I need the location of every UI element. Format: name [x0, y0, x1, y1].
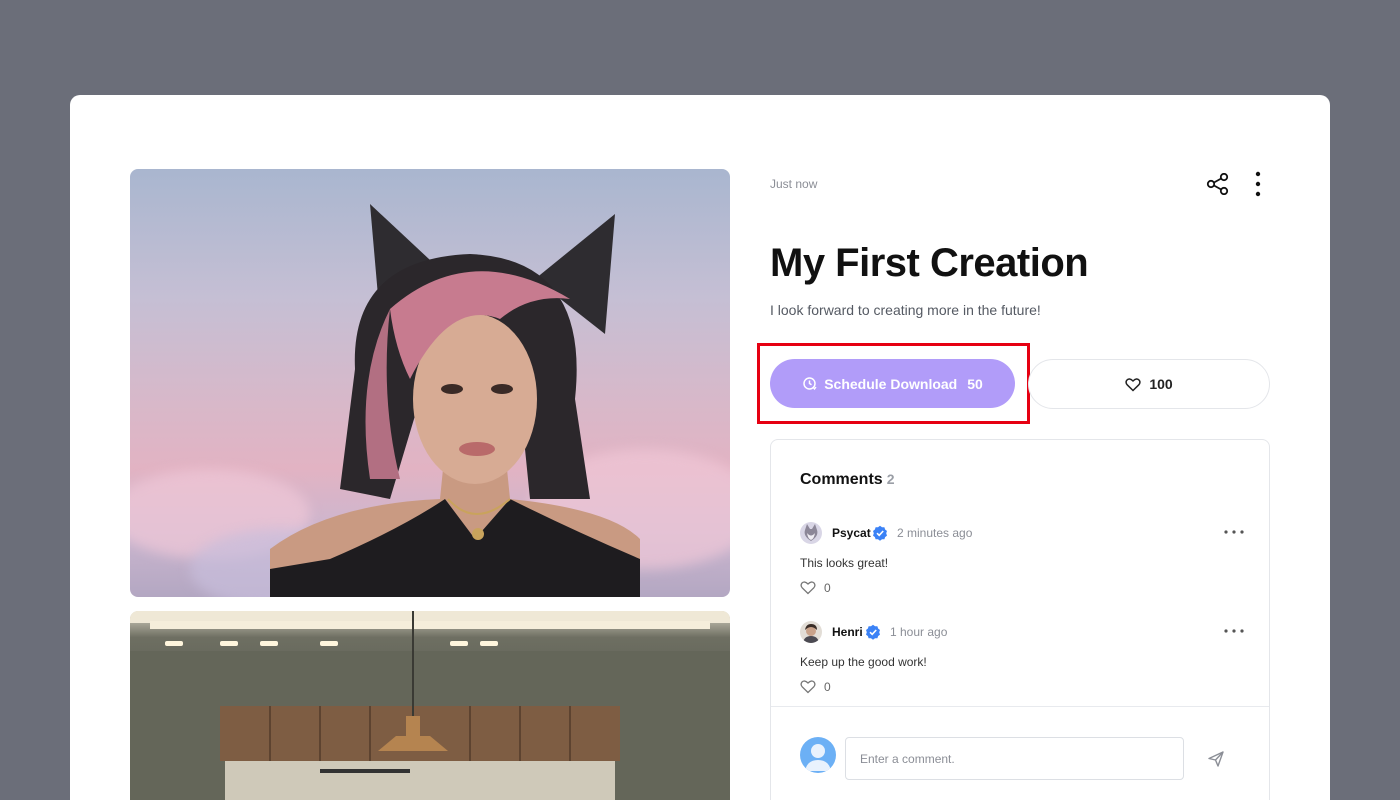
comment-like-count: 0	[824, 679, 831, 694]
heart-icon	[800, 581, 816, 595]
comment-like-count: 0	[824, 580, 831, 595]
avatar[interactable]	[800, 522, 822, 544]
comments-heading: Comments 2	[800, 471, 894, 489]
comment-input[interactable]	[845, 737, 1184, 780]
like-button[interactable]: 100	[1028, 359, 1270, 409]
portrait-figure	[270, 204, 640, 597]
comment-time: 1 hour ago	[890, 625, 948, 639]
clock-download-icon	[803, 376, 817, 390]
comment-author[interactable]: Henri	[832, 625, 863, 639]
schedule-download-label: Schedule Download	[824, 375, 958, 392]
schedule-download-button[interactable]: Schedule Download 50	[770, 359, 1015, 408]
more-vertical-icon[interactable]	[1248, 171, 1268, 197]
comment-time: 2 minutes ago	[897, 526, 973, 540]
comment-like-button[interactable]: 0	[800, 679, 831, 694]
post-image-portrait[interactable]	[130, 169, 730, 597]
avatar[interactable]	[800, 621, 822, 643]
comments-count: 2	[886, 471, 895, 487]
post-card: Just now My First Creation I look forwar…	[70, 95, 1330, 800]
post-timestamp: Just now	[770, 177, 818, 191]
kitchen-scene	[130, 611, 730, 800]
user-avatar-icon	[800, 737, 836, 773]
post-title: My First Creation	[770, 241, 1089, 285]
comment-text: This looks great!	[800, 556, 889, 570]
like-count: 100	[1149, 376, 1173, 392]
post-image-kitchen[interactable]	[130, 611, 730, 800]
comment-like-button[interactable]: 0	[800, 580, 831, 595]
comment-author[interactable]: Psycat	[832, 526, 871, 540]
comment-text: Keep up the good work!	[800, 655, 927, 669]
more-horizontal-icon[interactable]	[1223, 623, 1245, 639]
post-description: I look forward to creating more in the f…	[770, 302, 1041, 318]
schedule-download-count: 50	[967, 375, 983, 392]
verified-badge-icon	[866, 624, 880, 640]
share-icon[interactable]	[1206, 173, 1230, 195]
heart-icon	[1125, 377, 1141, 392]
divider	[771, 706, 1269, 707]
verified-badge-icon	[873, 525, 887, 541]
heart-icon	[800, 680, 816, 694]
comments-panel: Comments 2 Psycat 2 minutes ago This loo…	[770, 439, 1270, 800]
more-horizontal-icon[interactable]	[1223, 524, 1245, 540]
send-icon[interactable]	[1207, 750, 1225, 768]
comments-heading-label: Comments	[800, 471, 883, 488]
